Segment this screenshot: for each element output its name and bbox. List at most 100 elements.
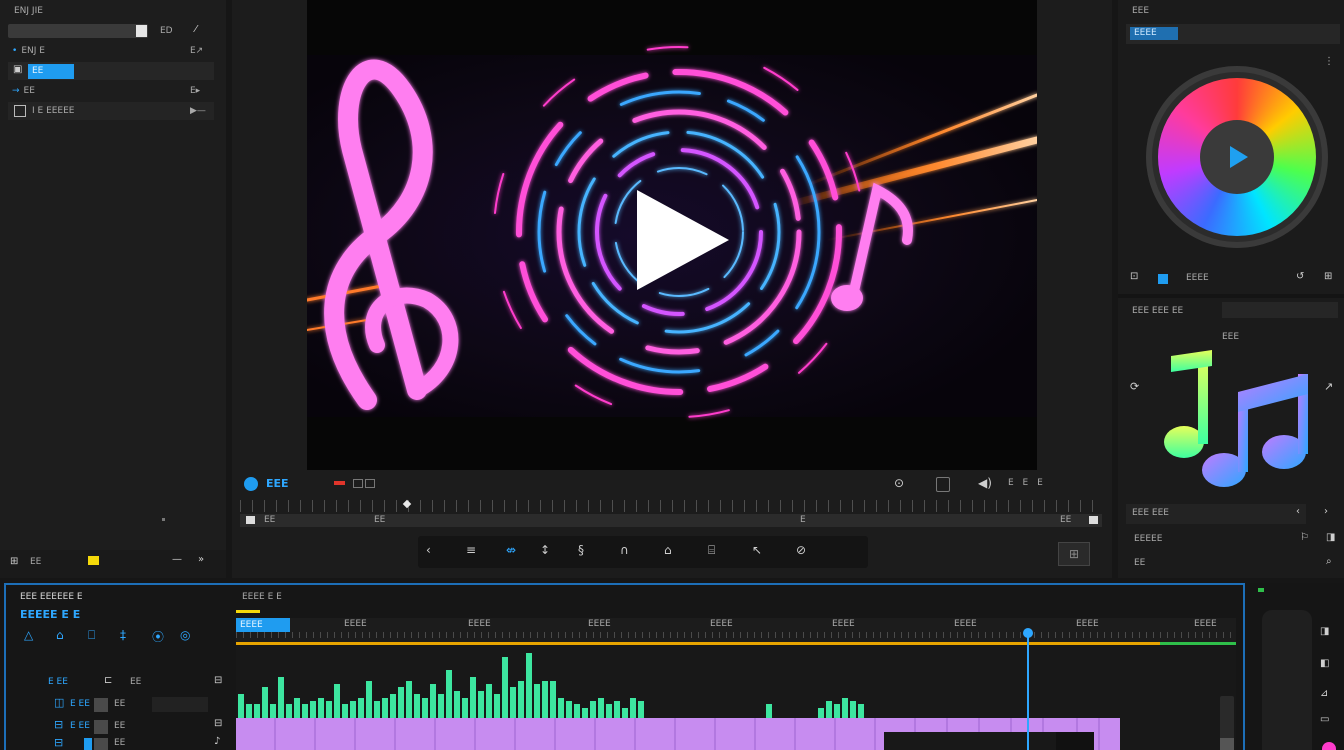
left-name-input[interactable] (8, 24, 148, 38)
timecode-end-icon (1089, 516, 1098, 524)
lock-icon[interactable]: ⊏ (104, 675, 112, 686)
marker-icon[interactable] (88, 556, 99, 565)
waveform-bar (310, 701, 316, 718)
color-swatch[interactable] (136, 25, 147, 37)
chevron-left-icon[interactable]: ‹ (1296, 506, 1300, 517)
waveform-bar (470, 677, 476, 718)
track-field-2[interactable] (152, 697, 208, 712)
frame-icon-2[interactable]: ⊡ (1130, 271, 1138, 282)
left-row-2-value[interactable]: EE (28, 64, 74, 79)
video-track-icon[interactable]: ⊟ (54, 718, 63, 731)
meter-icon-1[interactable]: ◨ (1320, 626, 1329, 637)
wifi-icon[interactable]: △ (24, 628, 33, 642)
meter-icon-4[interactable]: ▭ (1320, 714, 1329, 725)
timeline-ruler[interactable]: EEEE EEEE EEEE EEEE EEEE EEEE EEEE EEEE … (236, 618, 1236, 642)
track-header-4[interactable]: ⊟ EE ♪ (52, 736, 228, 750)
audio-icon[interactable]: ◫ (54, 696, 64, 709)
fullscreen-button[interactable]: ⊞ (1058, 542, 1090, 566)
marker-tab[interactable]: EEEE (236, 618, 290, 632)
left-row-1[interactable]: • ENJ E (12, 46, 45, 56)
loop-icon-2[interactable] (365, 479, 375, 488)
video-clip[interactable] (236, 718, 884, 750)
track-label-1b: EE (130, 677, 142, 687)
settings-icon[interactable]: ⟳ (1130, 380, 1139, 393)
video-clip-track[interactable] (236, 718, 1236, 750)
playhead-handle[interactable] (1023, 628, 1033, 638)
trim-icon[interactable]: ∩ (620, 543, 629, 557)
slash-icon[interactable]: ⁄ (195, 24, 197, 35)
record-icon[interactable] (334, 481, 345, 485)
snap-icon[interactable]: ⦿ (152, 628, 164, 645)
clip-icon[interactable]: ⎕ (88, 628, 95, 643)
right-foot-row1-icon2[interactable]: ◨ (1326, 532, 1335, 543)
rotate-icon[interactable]: ↺ (1296, 271, 1304, 282)
video-frame (307, 46, 1037, 418)
list-icon[interactable]: ≡ (466, 543, 476, 557)
ripple-icon[interactable]: ⌸ (708, 543, 715, 558)
dot-icon: • (12, 46, 18, 56)
work-area-bar[interactable] (236, 642, 1160, 645)
track-header-2[interactable]: ◫ E EE EE (52, 696, 228, 714)
split-icon[interactable]: ⇎ (506, 543, 516, 557)
fx-icon[interactable]: ⊟ (54, 736, 63, 749)
minus-box-icon[interactable]: ⊟ (214, 675, 222, 686)
arrow-icon[interactable]: ↗ (1324, 380, 1333, 393)
back-icon[interactable]: ‹ (426, 543, 431, 557)
playhead[interactable] (1027, 630, 1029, 750)
waveform-bar (478, 691, 484, 718)
waveform-bar (358, 698, 364, 718)
grid-icon[interactable]: ⊞ (10, 556, 18, 567)
meter-icon-2[interactable]: ◧ (1320, 658, 1329, 669)
minus-box-icon-2[interactable]: ⊟ (214, 718, 222, 729)
video-viewer[interactable] (307, 0, 1037, 470)
speaker-icon[interactable]: ◀) (978, 476, 992, 490)
loop-icon[interactable] (353, 479, 363, 488)
audio-waveform-track[interactable] (236, 646, 1236, 718)
timecode-bar[interactable]: EE EE E EE (240, 514, 1102, 527)
preview-title: EEE (266, 477, 289, 490)
right-foot-row1-icon[interactable]: ⚐ (1300, 532, 1309, 543)
target-icon[interactable]: ◎ (180, 628, 190, 642)
track-label-1: E EE (48, 677, 68, 687)
ruler-tick-6: EEEE (954, 619, 977, 629)
checkbox[interactable] (14, 105, 26, 117)
home-icon[interactable]: ⌂ (664, 543, 672, 557)
camera-icon[interactable]: ⊙ (894, 476, 904, 490)
scrub-ruler[interactable] (240, 500, 1104, 512)
expand-icon[interactable]: ⊞ (1324, 271, 1332, 282)
minus-icon[interactable]: — (172, 554, 182, 565)
waveform-bar (486, 684, 492, 718)
chevron-right-icon[interactable]: » (198, 554, 204, 565)
chevron-right-icon-2[interactable]: › (1324, 506, 1328, 517)
play-icon-small[interactable] (1230, 146, 1248, 168)
blue-square-icon[interactable] (1158, 274, 1168, 284)
link-icon[interactable]: ‡ (120, 628, 126, 642)
pointer-icon[interactable]: ↖ (752, 543, 762, 557)
volume-icon[interactable]: ♪ (214, 736, 220, 747)
track-swatch-3 (84, 738, 92, 750)
left-header-label: ENJ JIE (14, 6, 43, 16)
house-icon[interactable]: ⌂ (56, 628, 64, 642)
meter-icon-3[interactable]: ⊿ (1320, 688, 1328, 699)
track-header-1[interactable]: E EE ⊏ EE ⊟ (48, 675, 228, 690)
left-row-1-right[interactable]: E↗ (190, 46, 203, 56)
zoom-icon[interactable]: ⊘ (796, 543, 806, 557)
preview-toolbar-right[interactable]: E E E (1008, 478, 1046, 488)
right-foot-field[interactable]: EEE EEE ‹ (1126, 504, 1306, 524)
right-top-dots[interactable]: ⋮ (1324, 56, 1334, 67)
waveform-bar (566, 701, 572, 718)
right-top-field[interactable]: EEEE (1126, 24, 1340, 44)
left-row-3[interactable]: → EE (12, 86, 35, 96)
right-mid-field[interactable] (1222, 302, 1338, 318)
left-row-4-right[interactable]: ▶— (190, 106, 206, 116)
move-icon[interactable]: ↕ (540, 543, 550, 557)
video-clip-2[interactable] (884, 718, 1056, 732)
track-header-3[interactable]: ⊟ E EE EE ⊟ (52, 718, 228, 736)
color-wheel[interactable] (1146, 66, 1328, 248)
right-foot-row2-icon[interactable]: ⌕ (1326, 556, 1332, 567)
left-footer: ⊞ EE — » (0, 550, 226, 578)
left-row-3-right[interactable]: E▸ (190, 86, 200, 96)
crop-icon[interactable]: § (578, 543, 584, 557)
frame-icon[interactable] (936, 477, 950, 492)
timeline-vscroll-thumb[interactable] (1220, 738, 1234, 750)
